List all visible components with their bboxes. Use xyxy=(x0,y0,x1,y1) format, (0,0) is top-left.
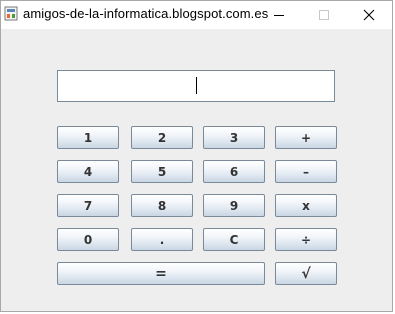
maximize-icon xyxy=(318,9,330,21)
java-app-icon[interactable] xyxy=(4,6,18,21)
key-decimal-point[interactable]: . xyxy=(131,228,193,251)
key-5[interactable]: 5 xyxy=(131,160,193,183)
calculator-panel: 1 2 3 + 4 5 6 – 7 8 9 x 0 . C ÷ = √ xyxy=(1,29,392,311)
key-8[interactable]: 8 xyxy=(131,194,193,217)
key-1[interactable]: 1 xyxy=(57,126,119,149)
close-icon xyxy=(363,9,375,21)
key-7[interactable]: 7 xyxy=(57,194,119,217)
key-9[interactable]: 9 xyxy=(203,194,265,217)
display-field[interactable] xyxy=(57,70,335,102)
key-6[interactable]: 6 xyxy=(203,160,265,183)
title-bar[interactable]: amigos-de-la-informatica.blogspot.com.es xyxy=(1,1,392,29)
key-divide[interactable]: ÷ xyxy=(275,228,337,251)
calculator-window: amigos-de-la-informatica.blogspot.com.es xyxy=(0,0,393,312)
key-3[interactable]: 3 xyxy=(203,126,265,149)
key-4[interactable]: 4 xyxy=(57,160,119,183)
key-equals[interactable]: = xyxy=(57,262,265,285)
key-clear[interactable]: C xyxy=(203,228,265,251)
key-minus[interactable]: – xyxy=(275,160,337,183)
key-multiply[interactable]: x xyxy=(275,194,337,217)
minimize-button[interactable] xyxy=(256,1,302,29)
window-title: amigos-de-la-informatica.blogspot.com.es xyxy=(23,6,269,21)
key-square-root[interactable]: √ xyxy=(275,262,337,285)
text-caret xyxy=(196,77,197,94)
key-plus[interactable]: + xyxy=(275,126,337,149)
minimize-icon xyxy=(273,9,285,21)
key-0[interactable]: 0 xyxy=(57,228,119,251)
close-button[interactable] xyxy=(346,1,392,29)
maximize-button[interactable] xyxy=(301,1,347,29)
key-2[interactable]: 2 xyxy=(131,126,193,149)
